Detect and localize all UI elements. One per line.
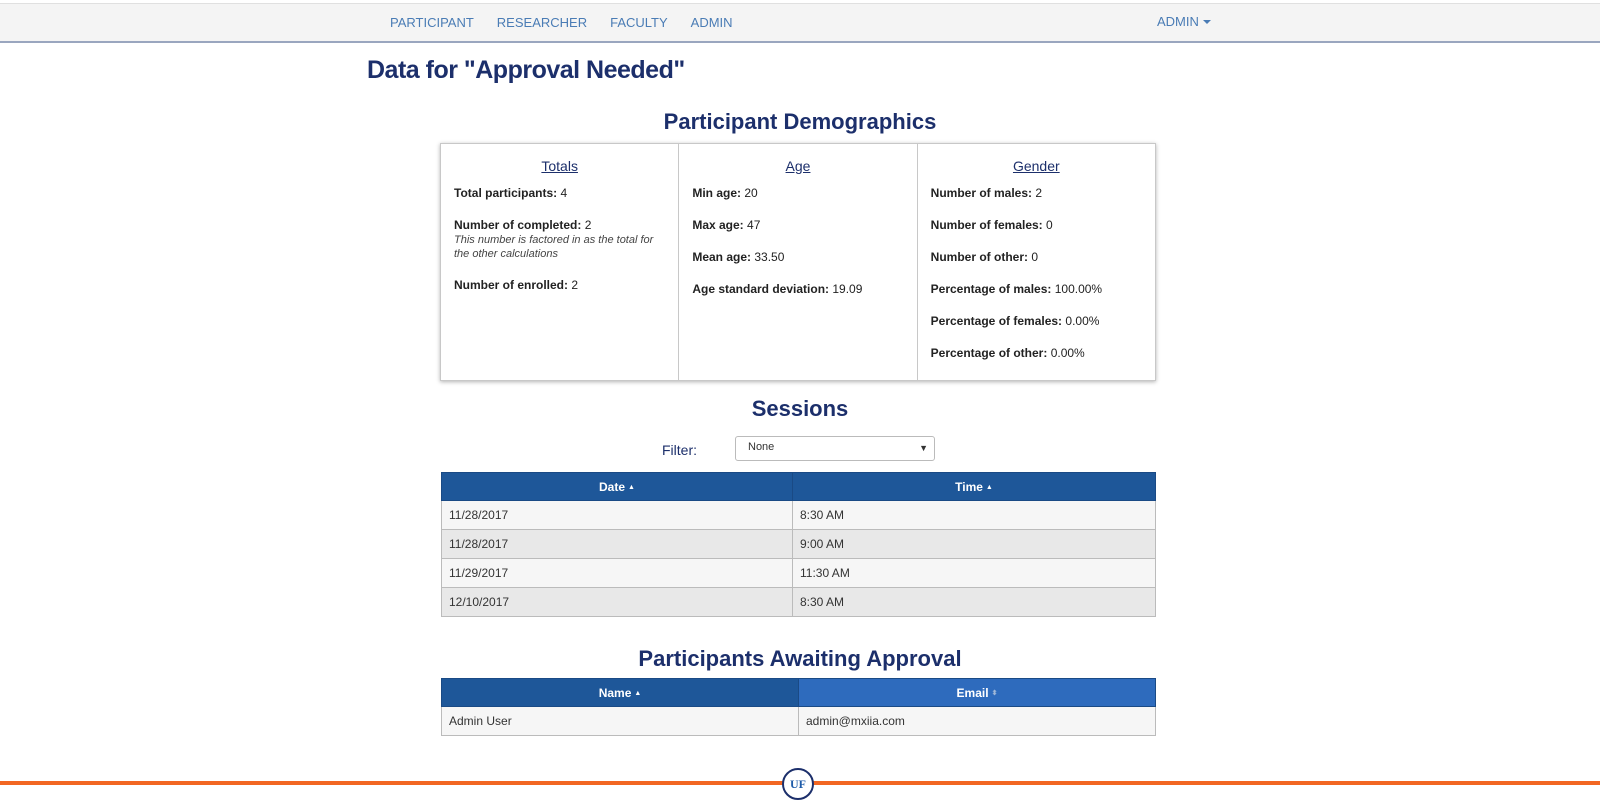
totals-column: Totals Total participants: 4 Number of c… <box>441 144 680 380</box>
stat-label: Percentage of males: <box>930 282 1052 296</box>
user-menu-dropdown[interactable]: ADMIN <box>1157 14 1211 29</box>
stat-mean-age: Mean age: 33.50 <box>692 250 903 265</box>
stat-label: Number of females: <box>930 218 1043 232</box>
stat-label: Age standard deviation: <box>692 282 830 296</box>
email-column-header[interactable]: Email ⬍ <box>798 678 1156 707</box>
stat-other: Number of other: 0 <box>931 250 1142 265</box>
dropdown-arrow-icon: ▼ <box>919 443 928 453</box>
time-column-header[interactable]: Time ▲ <box>792 472 1156 501</box>
stat-value: 2 <box>584 218 592 232</box>
stat-label: Number of other: <box>930 250 1028 264</box>
time-cell: 9:00 AM <box>792 529 1156 559</box>
stat-pct-females: Percentage of females: 0.00% <box>931 314 1142 329</box>
sort-asc-icon: ▲ <box>634 689 642 697</box>
table-row: 11/29/2017 11:30 AM <box>441 558 1156 588</box>
totals-heading[interactable]: Totals <box>454 158 665 174</box>
awaiting-approval-table: Name ▲ Email ⬍ Admin User admin@mxiia.com <box>441 678 1156 736</box>
stat-females: Number of females: 0 <box>931 218 1142 233</box>
caret-down-icon <box>1202 20 1211 24</box>
column-header-label: Name <box>598 685 632 700</box>
nav-researcher-link[interactable]: RESEARCHER <box>497 15 587 30</box>
sort-asc-icon: ▲ <box>628 483 635 491</box>
stat-label: Total participants: <box>454 186 558 200</box>
stat-pct-other: Percentage of other: 0.00% <box>931 346 1142 361</box>
stat-max-age: Max age: 47 <box>692 218 903 233</box>
filter-selected-value: None <box>748 441 775 453</box>
stat-label: Number of completed: <box>454 218 582 232</box>
stat-value: 0.00% <box>1065 314 1100 328</box>
stat-label: Min age: <box>692 186 741 200</box>
stat-label: Number of males: <box>930 186 1033 200</box>
completed-note: This number is factored in as the total … <box>454 234 654 260</box>
stat-label: Max age: <box>692 218 744 232</box>
time-cell: 8:30 AM <box>792 500 1156 530</box>
stat-label: Percentage of other: <box>930 346 1048 360</box>
nav-links: PARTICIPANT RESEARCHER FACULTY ADMIN <box>390 15 733 30</box>
stat-pct-males: Percentage of males: 100.00% <box>931 282 1142 297</box>
user-menu-label: ADMIN <box>1157 14 1199 29</box>
stat-value: 47 <box>747 218 761 232</box>
nav-faculty-link[interactable]: FACULTY <box>610 15 668 30</box>
sessions-table: Date ▲ Time ▲ 11/28/2017 8:30 AM 11/28/201… <box>441 472 1156 617</box>
sort-asc-icon: ▲ <box>985 483 993 491</box>
age-heading[interactable]: Age <box>692 158 903 174</box>
stat-value: 0 <box>1031 250 1039 264</box>
time-cell: 11:30 AM <box>792 558 1156 588</box>
stat-value: 100.00% <box>1054 282 1103 296</box>
column-header-label: Time <box>955 479 983 494</box>
stat-males: Number of males: 2 <box>931 186 1142 201</box>
table-row: 11/28/2017 8:30 AM <box>441 500 1156 530</box>
stat-value: 19.09 <box>832 282 863 296</box>
gender-column: Gender Number of males: 2 Number of fema… <box>918 144 1155 380</box>
top-navbar: PARTICIPANT RESEARCHER FACULTY ADMIN ADM… <box>0 3 1600 43</box>
date-cell: 12/10/2017 <box>441 587 793 617</box>
filter-select[interactable]: None ▼ <box>735 436 935 461</box>
email-cell: admin@mxiia.com <box>798 706 1156 736</box>
stat-completed: Number of completed: 2 This number is fa… <box>454 218 665 261</box>
stat-label: Percentage of females: <box>930 314 1063 328</box>
stat-label: Mean age: <box>692 250 752 264</box>
stat-value: 33.50 <box>754 250 785 264</box>
nav-admin-link[interactable]: ADMIN <box>691 15 733 30</box>
stat-total-participants: Total participants: 4 <box>454 186 665 201</box>
sort-both-icon: ⬍ <box>991 689 998 697</box>
time-cell: 8:30 AM <box>792 587 1156 617</box>
nav-participant-link[interactable]: PARTICIPANT <box>390 15 474 30</box>
sessions-title: Sessions <box>751 396 849 421</box>
demographics-title: Participant Demographics <box>663 109 937 134</box>
stat-value: 2 <box>571 278 579 292</box>
filter-label: Filter: <box>662 442 697 458</box>
date-column-header[interactable]: Date ▲ <box>441 472 793 501</box>
date-cell: 11/29/2017 <box>441 558 793 588</box>
age-column: Age Min age: 20 Max age: 47 Mean age: 33… <box>679 144 918 380</box>
page-title: Data for "Approval Needed" <box>367 56 685 84</box>
logo-text: UF <box>790 776 806 791</box>
table-row: 11/28/2017 9:00 AM <box>441 529 1156 559</box>
stat-value: 20 <box>744 186 758 200</box>
date-cell: 11/28/2017 <box>441 529 793 559</box>
table-row: 12/10/2017 8:30 AM <box>441 587 1156 617</box>
name-column-header[interactable]: Name ▲ <box>441 678 799 707</box>
stat-min-age: Min age: 20 <box>692 186 903 201</box>
demographics-panel: Totals Total participants: 4 Number of c… <box>440 143 1156 381</box>
awaiting-approval-title: Participants Awaiting Approval <box>638 646 962 671</box>
column-header-label: Date <box>599 479 626 494</box>
date-cell: 11/28/2017 <box>441 500 793 530</box>
stat-value: 0.00% <box>1050 346 1085 360</box>
gender-heading[interactable]: Gender <box>931 158 1142 174</box>
stat-enrolled: Number of enrolled: 2 <box>454 278 665 293</box>
stat-value: 0 <box>1046 218 1053 232</box>
stat-value: 4 <box>560 186 568 200</box>
stat-age-sd: Age standard deviation: 19.09 <box>692 282 903 297</box>
stat-value: 2 <box>1035 186 1043 200</box>
uf-logo-icon: UF <box>782 768 814 800</box>
stat-label: Number of enrolled: <box>454 278 569 292</box>
column-header-label: Email <box>956 685 989 700</box>
table-row: Admin User admin@mxiia.com <box>441 706 1156 736</box>
name-cell: Admin User <box>441 706 799 736</box>
